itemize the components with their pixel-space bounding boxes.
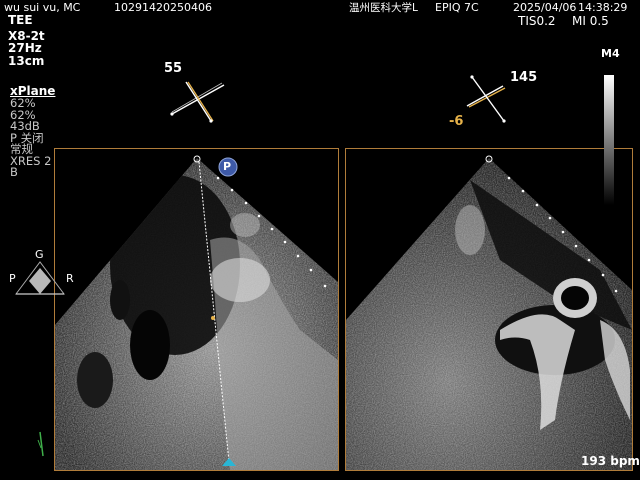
- left-angle-value: 55: [164, 61, 183, 76]
- orientation-icon: [15, 261, 65, 295]
- mode-b: B: [10, 165, 18, 179]
- ultrasound-image-area: [15, 75, 633, 471]
- left-plane-angle-icon: [170, 81, 225, 123]
- mi-index: MI 0.5: [572, 14, 609, 28]
- tis-index: TIS0.2: [518, 14, 556, 28]
- exam-date: 2025/04/06: [513, 1, 577, 14]
- frame-rate: 27Hz: [8, 41, 42, 55]
- depth: 13cm: [8, 53, 45, 68]
- probe-mode: TEE: [8, 13, 33, 27]
- xplane-settings: xPlane 62% 62% 43dB P 关闭 常规 XRES 2 B: [10, 85, 55, 179]
- ecg-trace-icon: [37, 431, 44, 457]
- map-label: M4: [601, 47, 620, 60]
- orientation-g: G: [35, 248, 44, 261]
- hospital-name: 温州医科大学L: [349, 2, 418, 14]
- right-tilt-value: -6: [449, 114, 464, 129]
- heart-rate: 193 bpm: [581, 454, 640, 468]
- patient-id: 10291420250406: [114, 1, 212, 14]
- system-name: EPIQ 7C: [435, 1, 479, 14]
- orientation-p: P: [9, 272, 16, 285]
- left-echo-image: [55, 158, 338, 470]
- grayscale-map-bar: [604, 75, 614, 205]
- right-angle-value: 145: [510, 70, 538, 85]
- exam-time: 14:38:29: [578, 1, 628, 14]
- right-echo-image: [346, 158, 632, 470]
- orientation-r: R: [66, 272, 74, 285]
- probe-info: TEE X8-2t 27Hz 13cm: [8, 14, 45, 67]
- right-plane-angle-icon: [466, 75, 506, 123]
- p-marker-label: P: [223, 160, 232, 173]
